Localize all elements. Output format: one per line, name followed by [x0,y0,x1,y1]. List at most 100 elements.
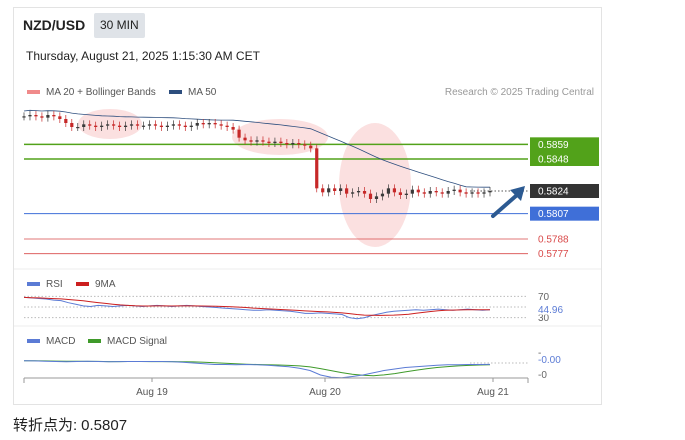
candle-body-40 [261,140,265,142]
level-label-support-2: 0.5777 [538,249,569,260]
forecast-arrow-shaft [491,193,519,218]
candle-body-46 [297,143,301,145]
candle-body-6 [58,116,62,119]
candle-body-23 [159,125,164,127]
candle-body-31 [207,123,211,125]
macd-label-bottom: -0 [538,370,547,381]
candle-body-53 [339,188,343,191]
level-label-current: 0.5824 [538,187,569,198]
candle-body-5 [52,115,56,117]
rsi-panel: 703044.96 [23,292,568,324]
bollinger-band-area-1 [232,119,328,155]
level-label-target-1: 0.5859 [538,140,569,151]
candle-body-21 [147,124,152,126]
x-axis: Aug 19 Aug 20 Aug 21 [23,377,529,398]
candle-body-64 [404,193,408,195]
candle-body-73 [458,189,462,193]
candle-body-17 [123,125,128,127]
x-tick-label-1: Aug 20 [309,387,341,398]
candle-body-54 [345,188,349,194]
candle-body-42 [273,141,277,143]
candle-body-51 [327,188,331,193]
bollinger-band-area-0 [78,109,142,139]
candle-body-60 [380,193,385,197]
candle-body-2 [34,115,38,117]
candle-body-70 [440,192,444,194]
candle-body-24 [165,125,169,127]
candle-body-34 [225,125,229,127]
candle-body-4 [46,115,50,118]
candle-body-16 [117,125,122,127]
bollinger-band-area-2 [339,123,411,247]
candle-body-75 [470,192,474,194]
candle-body-22 [153,124,158,126]
candle-body-58 [368,193,373,199]
candle-body-74 [464,192,468,194]
candle-body-3 [40,116,44,118]
candle-body-7 [64,119,68,123]
candle-body-0 [22,116,26,118]
candle-body-68 [428,191,432,194]
candle-body-11 [88,124,92,126]
candle-body-72 [452,189,456,191]
candle-body-47 [303,144,307,146]
candle-body-49 [315,148,319,189]
macd-current-label: -0.00 [538,355,561,366]
candle-body-67 [422,192,426,194]
rsi-label-70: 70 [538,292,550,303]
x-tick-label-0: Aug 19 [136,387,168,398]
candle-body-13 [100,125,104,127]
macd-signal-line [24,360,491,377]
candle-body-36 [237,129,241,138]
candle-body-25 [171,124,175,126]
candle-body-65 [410,189,414,194]
candle-body-28 [189,125,193,127]
candle-body-30 [201,123,205,125]
candle-body-1 [28,115,32,117]
macd-panel: --0.00-0 [23,348,561,381]
candle-body-62 [392,188,397,193]
chart-svg: 0.5859 0.5848 0.5824 0.5807 0.5788 0.5777 703… [14,109,601,398]
pivot-footer: 转折点为: 0.5807 [13,414,127,435]
candle-body-69 [434,191,438,193]
candle-body-9 [76,127,80,129]
candle-body-10 [82,124,86,127]
candle-body-33 [219,124,223,126]
candle-body-76 [476,192,480,194]
candle-body-43 [279,141,283,143]
candle-body-41 [267,141,271,143]
candle-body-27 [183,125,187,127]
candle-body-52 [333,188,337,191]
candle-body-66 [416,189,420,193]
candle-body-19 [135,124,140,126]
candle-body-55 [350,192,355,194]
level-label-target-2: 0.5848 [538,155,569,166]
candle-body-35 [231,127,235,130]
candle-body-14 [106,124,110,126]
candle-body-20 [141,125,146,127]
price-panel: 0.5859 0.5848 0.5824 0.5807 0.5788 0.5777 [14,109,601,327]
candle-body-32 [213,123,217,125]
pivot-footer-value: 0.5807 [81,417,128,434]
candle-body-63 [398,192,402,195]
candle-body-26 [177,124,181,126]
candle-body-44 [285,143,289,145]
candle-body-38 [249,140,253,142]
candle-body-15 [112,124,116,126]
x-tick-label-2: Aug 21 [477,387,509,398]
candle-body-45 [291,143,295,145]
candle-body-12 [94,125,98,127]
candle-body-50 [321,188,325,193]
level-label-pivot: 0.5807 [538,209,569,220]
candle-body-56 [356,191,361,193]
candle-body-61 [386,188,391,194]
candle-body-78 [488,191,492,193]
candle-body-39 [255,140,259,142]
candle-body-48 [309,145,313,149]
candle-body-8 [70,123,74,127]
rsi-current-label: 44.96 [538,305,563,316]
candle-body-77 [482,192,486,194]
candle-body-18 [129,124,134,126]
candle-body-59 [374,196,379,199]
candle-body-71 [446,191,450,194]
